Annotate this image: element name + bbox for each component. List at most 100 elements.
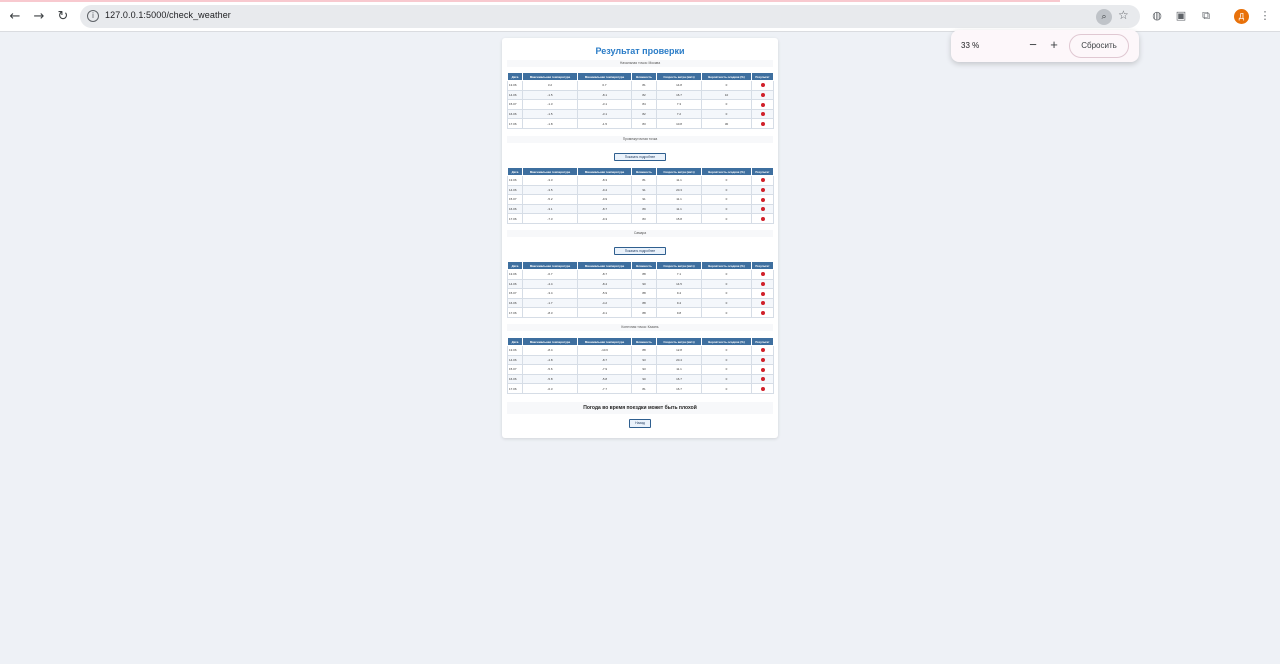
cell-result [751, 297, 774, 309]
cell-tmax: -4.8 [522, 354, 578, 366]
cell-tmax: -1.3 [522, 99, 578, 110]
back-button[interactable]: Назад [629, 419, 651, 428]
cell-result [751, 354, 774, 366]
column-header: Дата [507, 72, 523, 81]
cell-tmin: -1.5 [577, 118, 632, 129]
column-header: Дата [507, 261, 523, 270]
cell-result [751, 99, 774, 110]
cell-result [751, 213, 774, 224]
cell-result [751, 80, 774, 91]
column-header: Результат [751, 72, 774, 81]
zoom-icon[interactable]: ⌕ [1096, 9, 1112, 25]
column-header: Максимальная температура [522, 167, 578, 176]
cell-result [751, 307, 774, 318]
cell-tmin: -7.7 [577, 383, 632, 394]
table-row: 14.06 -4.8 -8.7 93 20.4 0 [507, 354, 774, 366]
column-header: Результат [751, 337, 774, 346]
cell-result [751, 269, 774, 280]
reload-icon[interactable]: ↻ [55, 8, 71, 24]
bad-weather-status-icon [760, 301, 765, 306]
cell-result [751, 184, 774, 196]
cell-wind: 11.1 [656, 194, 702, 205]
table-row: 17.06 -1.8 -1.5 83 10.8 30 [507, 118, 774, 129]
table-row: 16.06 -1.5 -3.1 82 7.2 0 [507, 108, 774, 120]
cell-wind: 9.4 [656, 288, 702, 299]
table-row: 16.06 -3.1 -8.7 89 11.1 0 [507, 203, 774, 215]
extensions-puzzle-icon[interactable]: ⧉ [1199, 9, 1213, 23]
point-title: Начальная точка: Москва [507, 60, 773, 67]
site-info-icon[interactable]: i [87, 10, 99, 22]
table-row: 16.06 -1.7 -4.2 88 9.4 0 [507, 297, 774, 309]
cell-precip: 0 [701, 184, 752, 196]
bad-weather-status-icon [760, 178, 765, 183]
cell-tmax: -3.5 [522, 184, 578, 196]
point-title: Промежуточная точка [507, 136, 773, 143]
cell-wind: 14.8 [656, 80, 702, 91]
column-header: Скорость ветра (км/ч) [656, 337, 702, 346]
cell-tmin: -8.7 [577, 354, 632, 366]
cell-wind: 20.3 [656, 184, 702, 196]
cell-wind: 7.2 [656, 108, 702, 120]
zoom-out-button[interactable]: − [1026, 37, 1040, 53]
column-header: Скорость ветра (км/ч) [656, 261, 702, 270]
column-header: Дата [507, 337, 523, 346]
cell-date: 17.06 [507, 307, 523, 318]
cell-wind: 15.8 [656, 213, 702, 224]
table-row: 15.07 -3.4 -5.9 88 9.4 0 [507, 288, 774, 299]
cell-tmin: -9.3 [577, 213, 632, 224]
table-row: 15.07 -5.2 -9.9 91 11.1 0 [507, 194, 774, 205]
cell-wind: 16.7 [656, 383, 702, 394]
cell-date: 17.06 [507, 118, 523, 129]
cell-humidity: 88 [631, 345, 657, 356]
page-load-progress [0, 0, 1060, 2]
cell-tmin: -8.7 [577, 269, 632, 280]
cell-precip: 0 [701, 354, 752, 366]
bad-weather-status-icon [760, 197, 765, 202]
column-header: Дата [507, 167, 523, 176]
page-title: Результат проверки [595, 46, 685, 56]
final-message: Погода во время поездки может быть плохо… [583, 405, 697, 411]
column-header: Минимальная температура [577, 261, 632, 270]
point-title: Конечная точка: Казань [507, 324, 773, 331]
column-header: Вероятность осадков (%) [701, 167, 752, 176]
cell-tmin: -8.7 [577, 203, 632, 215]
screenshot-icon[interactable]: ▣ [1174, 9, 1188, 23]
cell-date: 15.07 [507, 288, 523, 299]
column-header: Максимальная температура [522, 72, 578, 81]
menu-kebab-icon[interactable]: ⋮ [1258, 9, 1272, 23]
cell-humidity: 83 [631, 118, 657, 129]
url-text[interactable]: 127.0.0.1:5000/check_weather [105, 10, 231, 20]
show-details-button[interactable]: Показать подробнее [614, 247, 666, 255]
cell-wind: 11.1 [656, 175, 702, 186]
bad-weather-status-icon [760, 102, 765, 107]
cell-humidity: 89 [631, 203, 657, 215]
cell-tmax: -1.8 [522, 118, 578, 129]
cell-humidity: 90 [631, 278, 657, 290]
back-arrow-icon[interactable]: ← [7, 8, 23, 24]
cell-precip: 0 [701, 297, 752, 309]
zoom-in-button[interactable]: + [1047, 37, 1061, 53]
table-row: 13.06 3.2 0.7 81 14.8 0 [507, 80, 774, 91]
cell-precip: 0 [701, 288, 752, 299]
cell-date: 13.06 [507, 345, 523, 356]
column-header: Влажность [631, 167, 657, 176]
show-details-button[interactable]: Показать подробнее [614, 153, 666, 161]
address-bar[interactable]: i 127.0.0.1:5000/check_weather ⌕ ☆ [80, 5, 1140, 28]
cell-date: 14.06 [507, 354, 523, 366]
cell-precip: 30 [701, 118, 752, 129]
zoom-reset-button[interactable]: Сбросить [1069, 34, 1129, 58]
bad-weather-status-icon [760, 207, 765, 212]
profile-avatar[interactable]: Д [1234, 9, 1249, 24]
cell-date: 13.06 [507, 269, 523, 280]
cell-tmax: -4.4 [522, 278, 578, 290]
cell-wind: 9.4 [656, 297, 702, 309]
forward-arrow-icon[interactable]: → [31, 8, 47, 24]
bookmark-star-icon[interactable]: ☆ [1118, 8, 1129, 22]
cell-wind: 11.1 [656, 203, 702, 215]
cell-date: 15.07 [507, 194, 523, 205]
cell-result [751, 364, 774, 375]
cell-tmax: -3.3 [522, 175, 578, 186]
translate-icon[interactable]: ◍ [1150, 9, 1164, 23]
cell-wind: 12.8 [656, 345, 702, 356]
zoom-level: 33 % [961, 41, 980, 50]
